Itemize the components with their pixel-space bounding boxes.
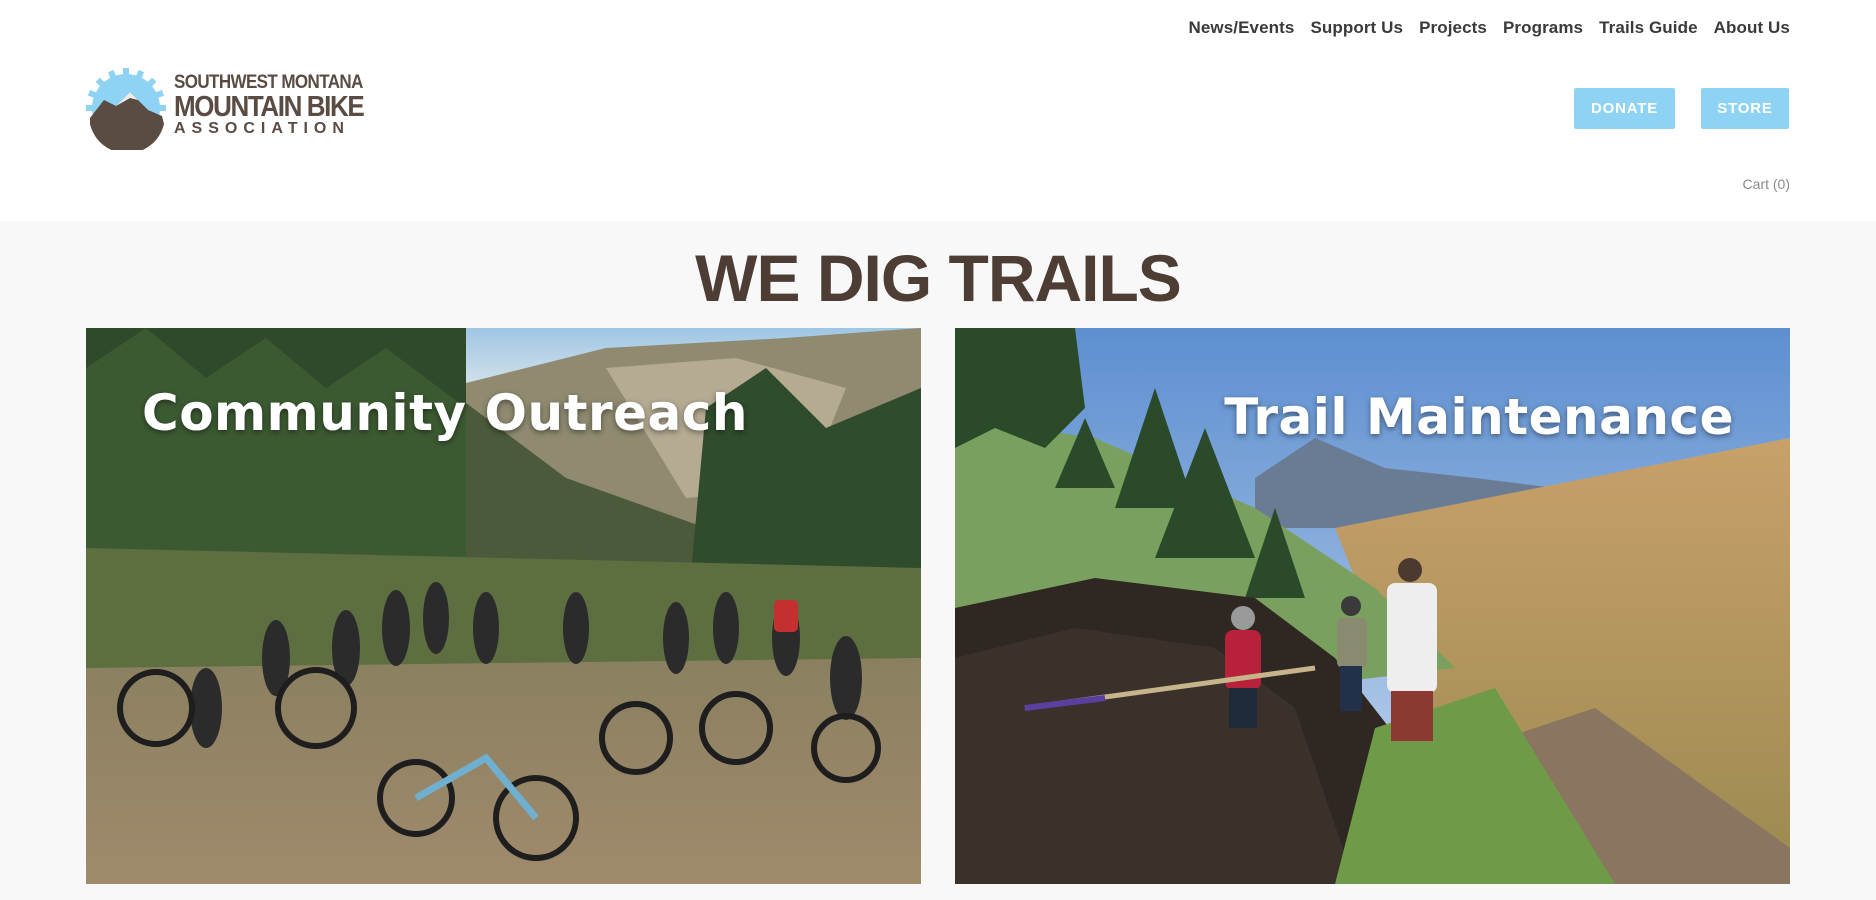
cart-link[interactable]: Cart (0) [1743, 176, 1790, 192]
donate-button[interactable]: DONATE [1574, 88, 1675, 129]
main-nav: News/Events Support Us Projects Programs… [1188, 18, 1790, 38]
nav-item-about-us[interactable]: About Us [1714, 18, 1790, 38]
trail-maintenance-card[interactable]: Trail Maintenance [955, 328, 1790, 884]
nav-item-trails-guide[interactable]: Trails Guide [1599, 18, 1698, 38]
site-header: SOUTHWEST MONTANA MOUNTAIN BIKE ASSOCIAT… [0, 0, 1876, 221]
community-outreach-card[interactable]: Community Outreach [86, 328, 921, 884]
logo-line-3: ASSOCIATION [174, 120, 350, 137]
logo-line-1: SOUTHWEST MONTANA [174, 70, 363, 93]
trail-maintenance-title: Trail Maintenance [1224, 388, 1734, 446]
community-outreach-title: Community Outreach [142, 384, 749, 442]
nav-item-projects[interactable]: Projects [1419, 18, 1487, 38]
nav-item-programs[interactable]: Programs [1503, 18, 1583, 38]
logo-line-2: MOUNTAIN BIKE [174, 89, 365, 123]
page-headline: WE DIG TRAILS [695, 241, 1182, 315]
logo-mountain-icon [86, 68, 166, 150]
nav-item-news-events[interactable]: News/Events [1188, 18, 1294, 38]
logo-wordmark: SOUTHWEST MONTANA MOUNTAIN BIKE ASSOCIAT… [174, 70, 365, 137]
nav-item-support-us[interactable]: Support Us [1310, 18, 1403, 38]
site-logo[interactable]: SOUTHWEST MONTANA MOUNTAIN BIKE ASSOCIAT… [86, 66, 365, 150]
store-button[interactable]: STORE [1701, 88, 1789, 129]
